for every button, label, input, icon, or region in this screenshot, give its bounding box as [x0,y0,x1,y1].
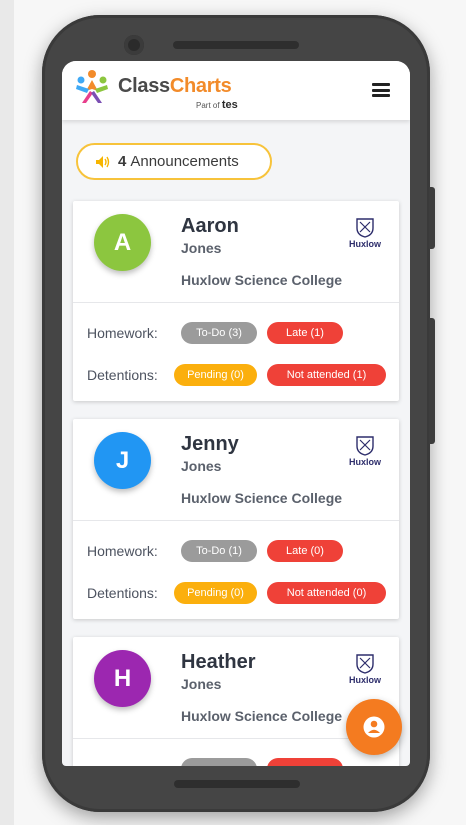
phone-camera [124,35,144,55]
school-crest: Huxlow [347,218,383,258]
user-icon [363,716,385,738]
homework-todo-badge[interactable]: To-Do (3) [181,322,257,344]
announcements-count: 4 [118,153,127,170]
detentions-not-attended-badge[interactable]: Not attended (1) [267,364,386,386]
student-last-name: Jones [181,676,222,692]
speaker-icon [96,155,110,168]
homework-label: Homework: [87,325,158,341]
announcements-button[interactable]: 4 Announcements [76,143,272,180]
student-card[interactable]: J Jenny Jones Huxlow Science College Hux… [73,419,399,619]
school-crest-icon [356,654,374,674]
student-first-name: Heather [181,651,256,673]
school-crest: Huxlow [347,436,383,476]
school-crest-icon [356,218,374,238]
brand-name-part1: Class [118,75,170,97]
school-crest-label: Huxlow [348,675,381,685]
background-left [0,0,14,825]
phone-speaker [173,41,299,49]
school-name: Huxlow Science College [181,708,343,724]
brand-name-part2: Charts [169,75,232,97]
brand-name: ClassCharts [118,75,232,98]
student-card[interactable]: H Heather Jones Huxlow Science College H… [73,637,399,766]
divider [73,520,399,521]
school-crest-label: Huxlow [348,239,381,249]
avatar: A [94,214,151,271]
homework-late-badge[interactable]: Late (0) [267,540,343,562]
student-list: 4 Announcements A Aaron Jones Huxlow Sci… [62,120,410,766]
school-crest-label: Huxlow [348,457,381,467]
phone-volume-button [429,318,435,444]
announcements-label: Announcements [130,153,239,170]
homework-todo-badge[interactable]: To-Do (1) [181,540,257,562]
app-header: ClassCharts Part of tes [62,61,410,120]
homework-todo-badge[interactable] [181,758,257,766]
detentions-pending-badge[interactable]: Pending (0) [174,582,257,604]
homework-late-badge[interactable]: Late (1) [267,322,343,344]
student-last-name: Jones [181,240,222,256]
phone-bottom-bar [174,780,300,788]
student-last-name: Jones [181,458,222,474]
homework-late-badge[interactable] [267,758,343,766]
detentions-label: Detentions: [87,585,158,601]
school-name: Huxlow Science College [181,490,343,506]
phone-side-button [429,187,435,249]
student-card[interactable]: A Aaron Jones Huxlow Science College Hux… [73,201,399,401]
student-first-name: Jenny [181,433,239,455]
detentions-pending-badge[interactable]: Pending (0) [174,364,257,386]
school-name: Huxlow Science College [181,272,343,288]
tes-brand: tes [221,99,238,111]
school-crest: Huxlow [347,654,383,694]
student-first-name: Aaron [181,215,239,237]
homework-label: Homework: [87,543,158,559]
school-crest-icon [356,436,374,456]
part-of-tes: Part of tes [196,99,238,111]
avatar: H [94,650,151,707]
account-fab-button[interactable] [346,699,402,755]
hamburger-menu-icon[interactable] [372,83,390,97]
app-screen: ClassCharts Part of tes 4 Announcements … [62,61,410,766]
detentions-not-attended-badge[interactable]: Not attended (0) [267,582,386,604]
classcharts-logo-icon [76,70,108,103]
detentions-label: Detentions: [87,367,158,383]
part-of-label: Part of [196,101,220,110]
divider [73,302,399,303]
avatar: J [94,432,151,489]
